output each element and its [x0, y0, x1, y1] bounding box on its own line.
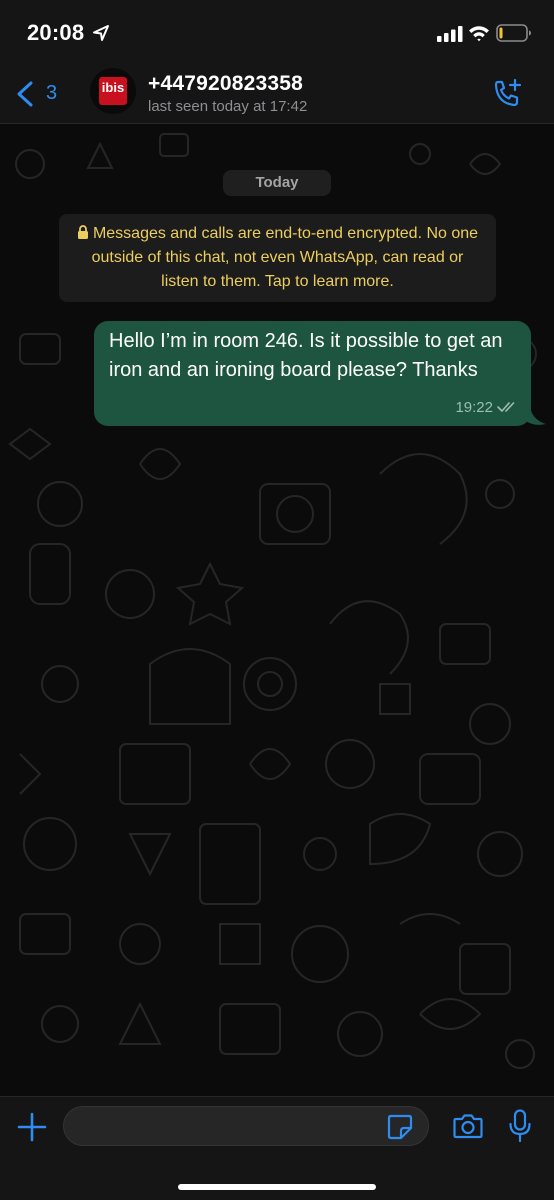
contact-avatar[interactable]: ibis	[90, 68, 136, 114]
encryption-notice-label: Messages and calls are end-to-end encryp…	[91, 225, 479, 290]
lock-icon	[77, 225, 88, 239]
message-input-bar	[0, 1096, 554, 1200]
microphone-icon[interactable]	[508, 1109, 532, 1143]
wifi-icon	[469, 26, 489, 42]
contact-last-seen: last seen today at 17:42	[148, 98, 308, 115]
ibis-logo-text: ibis	[101, 80, 125, 95]
status-bar: 20:08	[0, 0, 554, 62]
phone-add-icon[interactable]	[492, 78, 524, 110]
plus-icon[interactable]	[17, 1112, 47, 1142]
location-arrow-icon	[93, 25, 109, 41]
message-time: 19:22	[455, 399, 493, 416]
double-check-icon	[497, 402, 515, 412]
sticker-icon[interactable]	[387, 1114, 413, 1140]
outgoing-message-bubble[interactable]: Hello I’m in room 246. Is it possible to…	[94, 321, 531, 426]
cellular-signal-icon	[437, 26, 463, 42]
message-text: Hello I’m in room 246. Is it possible to…	[109, 330, 503, 381]
back-unread-count[interactable]: 3	[46, 82, 57, 105]
encryption-notice[interactable]: Messages and calls are end-to-end encryp…	[59, 214, 496, 302]
message-input[interactable]	[63, 1106, 429, 1146]
date-separator: Today	[223, 170, 331, 196]
contact-name[interactable]: +447920823358	[148, 72, 303, 96]
chat-area[interactable]: Today Messages and calls are end-to-end …	[0, 124, 554, 1096]
chat-header: 3 ibis +447920823358 last seen today at …	[0, 62, 554, 124]
battery-icon	[496, 24, 531, 42]
message-meta: 19:22	[455, 399, 519, 416]
chevron-left-icon[interactable]	[16, 81, 34, 107]
status-time: 20:08	[27, 20, 85, 45]
camera-icon[interactable]	[453, 1113, 483, 1139]
whatsapp-chat-screen: 20:08 3 ibis +447920823358 last seen tod…	[0, 0, 554, 1200]
ibis-logo: ibis	[99, 77, 127, 105]
encryption-notice-text: Messages and calls are end-to-end encryp…	[71, 222, 484, 294]
home-indicator	[178, 1184, 376, 1190]
